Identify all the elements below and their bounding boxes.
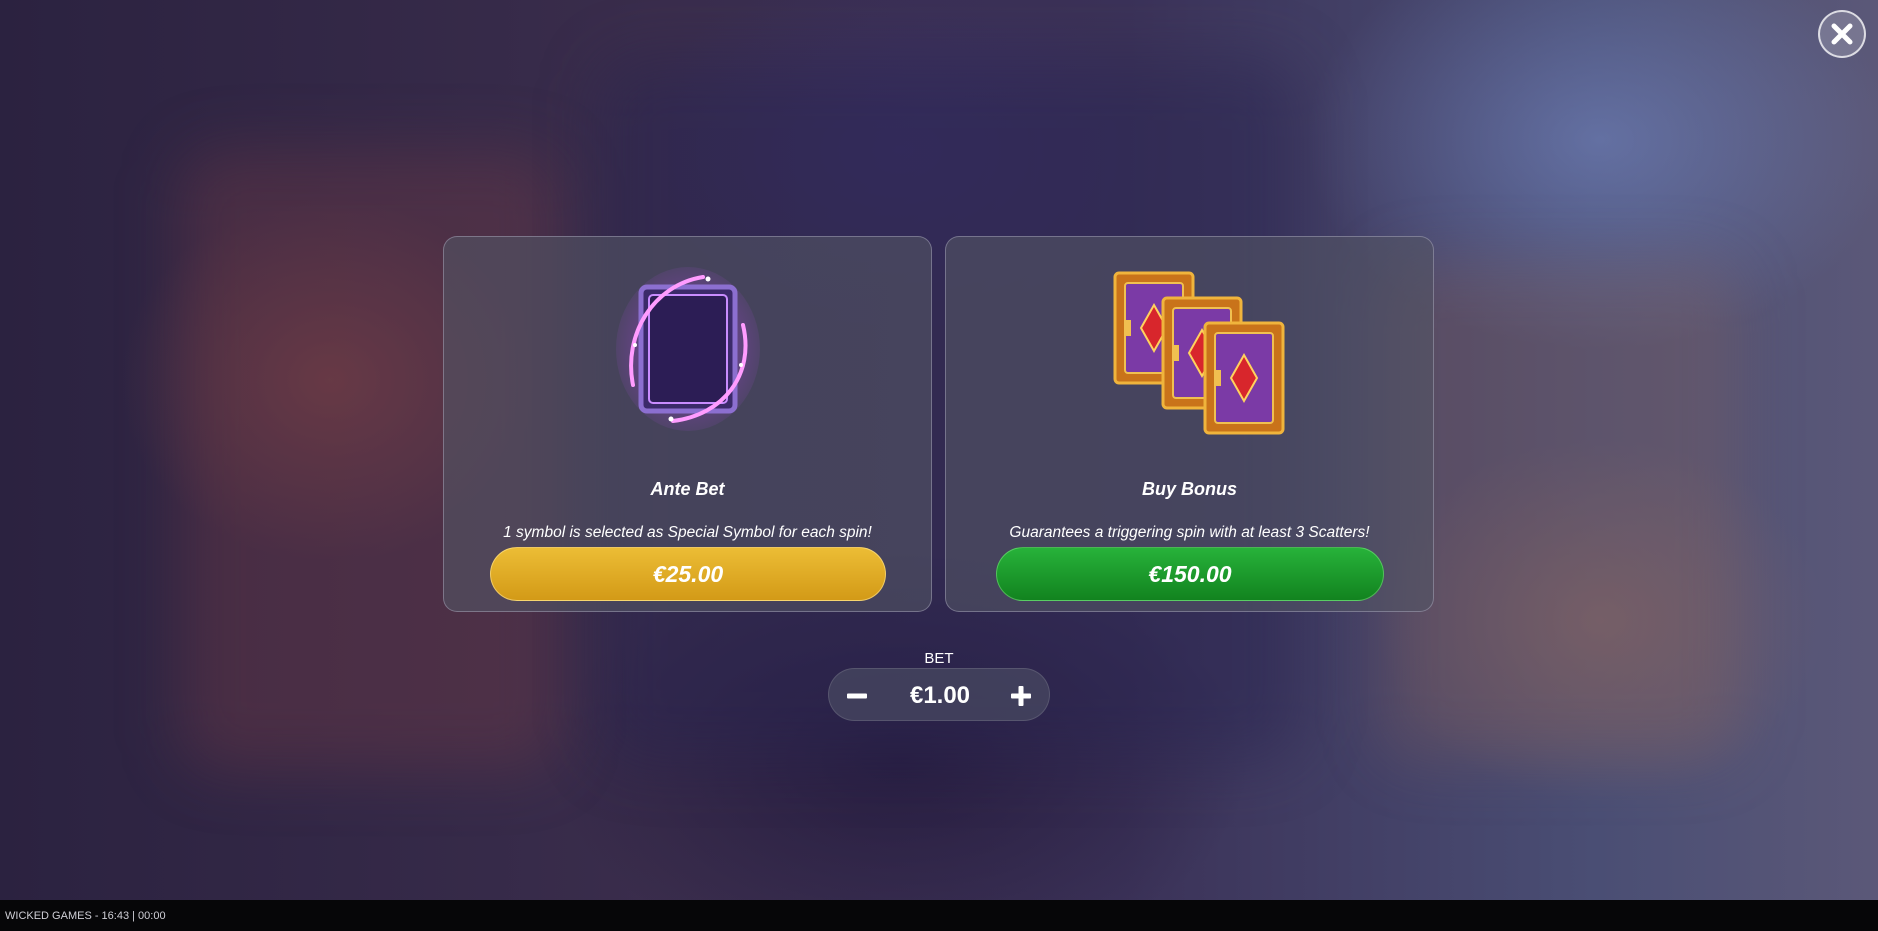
magic-card-frame-icon	[615, 267, 760, 431]
ante-bet-title: Ante Bet	[650, 479, 725, 499]
status-bar: WICKED GAMES - 16:43 | 00:00	[0, 900, 1878, 931]
ante-bet-art	[444, 265, 931, 433]
bet-value: €1.00	[909, 681, 971, 709]
plus-icon	[1011, 685, 1031, 706]
blurred-game-background	[0, 0, 1878, 900]
buy-bonus-panel: Buy Bonus Guarantees a triggering spin w…	[945, 236, 1434, 612]
buy-bonus-title: Buy Bonus	[1141, 479, 1237, 499]
buy-bonus-art	[946, 265, 1433, 435]
minus-icon	[847, 693, 867, 698]
bet-stepper: €1.00	[828, 668, 1050, 721]
ante-bet-panel: Ante Bet 1 symbol is selected as Special…	[443, 236, 932, 612]
status-text: WICKED GAMES - 16:43 | 00:00	[5, 910, 166, 922]
close-icon	[1831, 23, 1853, 45]
bet-increase-button[interactable]	[993, 669, 1049, 722]
bet-label: BET	[924, 650, 954, 667]
buy-bonus-button[interactable]: €150.00	[996, 547, 1384, 601]
ante-bet-button[interactable]: €25.00	[490, 547, 886, 601]
background-shape	[1380, 260, 1740, 760]
bet-decrease-button[interactable]	[829, 669, 885, 722]
close-button[interactable]	[1818, 10, 1866, 58]
buy-bonus-description: Guarantees a triggering spin with at lea…	[1009, 524, 1370, 541]
scatter-books-icon	[1113, 271, 1284, 435]
ante-bet-description: 1 symbol is selected as Special Symbol f…	[503, 524, 872, 541]
